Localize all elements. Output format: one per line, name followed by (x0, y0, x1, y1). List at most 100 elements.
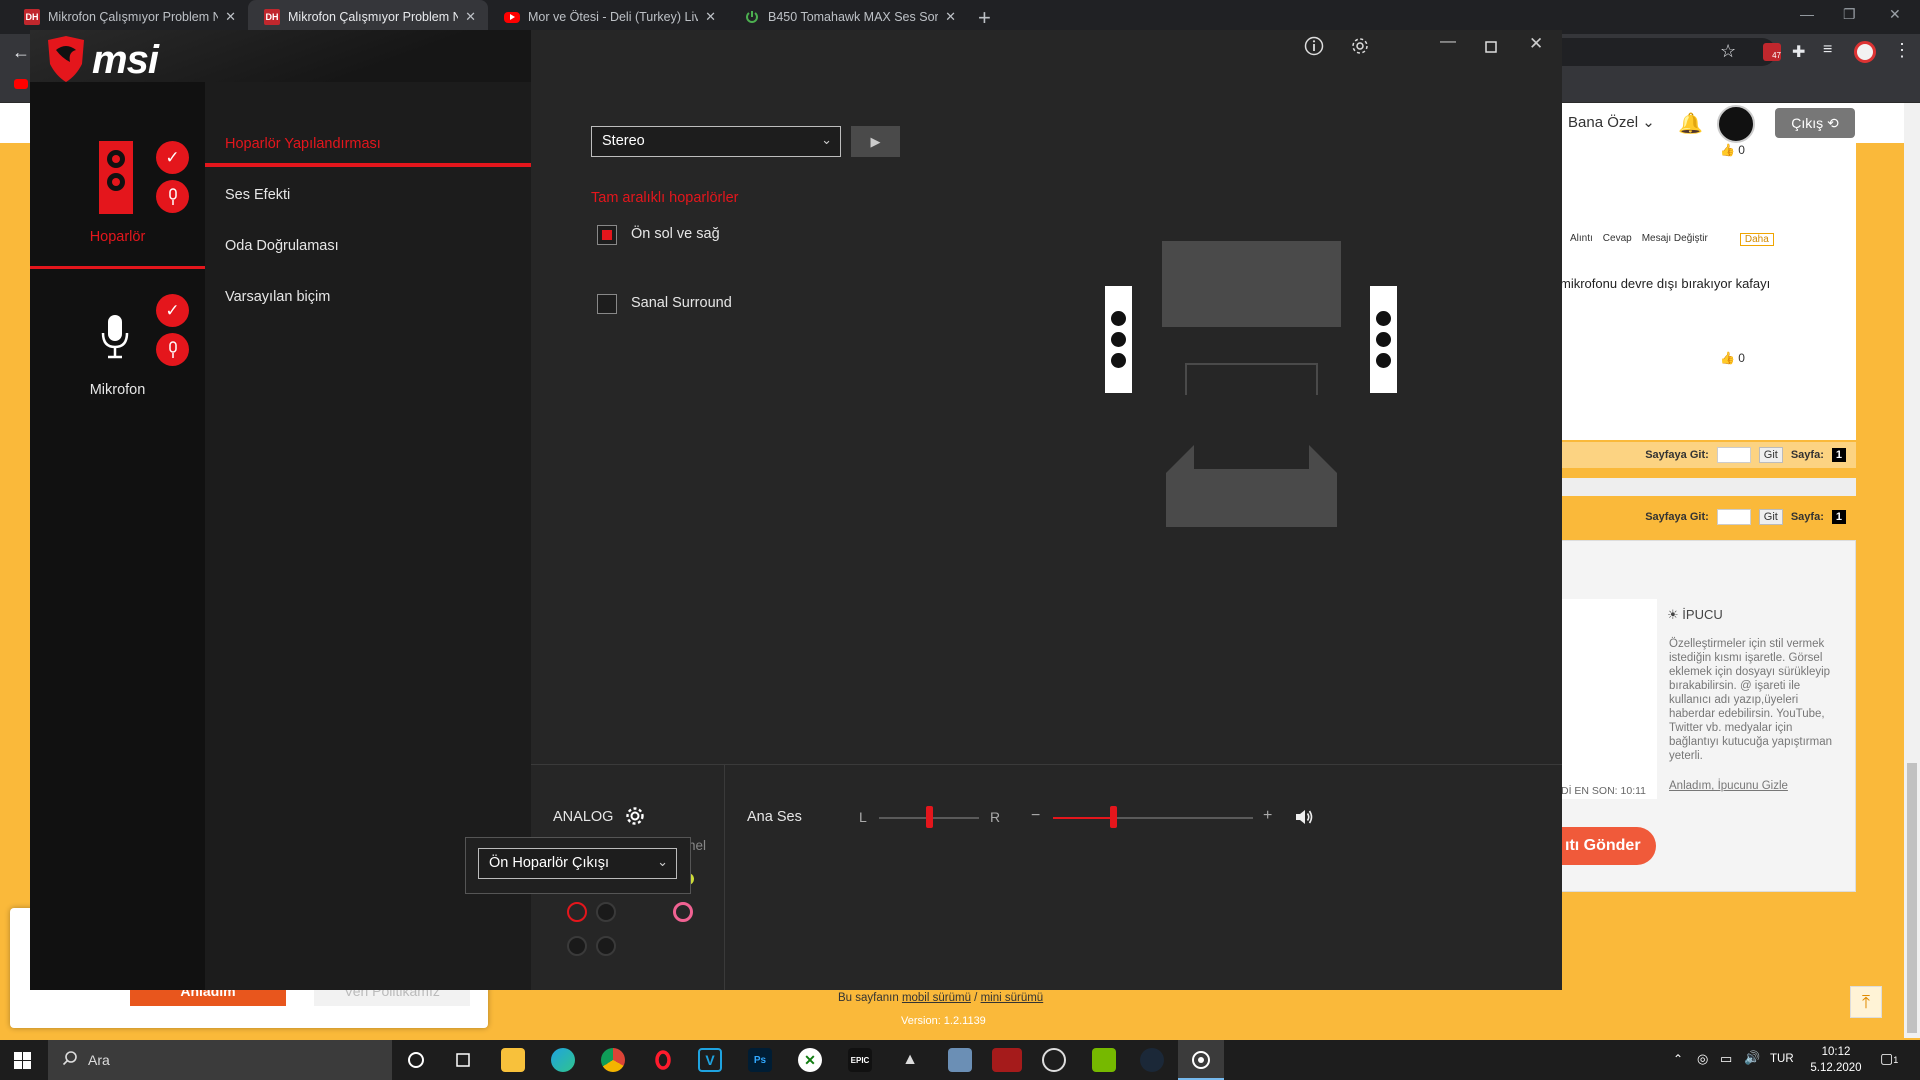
restore-window-icon[interactable]: ❐ (1843, 6, 1856, 23)
mic-mute-icon[interactable] (156, 333, 189, 366)
go-button[interactable]: Git (1758, 509, 1783, 525)
close-tab-icon[interactable]: ✕ (225, 9, 236, 25)
volume-slider-thumb[interactable] (1110, 806, 1117, 828)
close-tab-icon[interactable]: ✕ (945, 9, 956, 25)
cortana-icon[interactable] (404, 1048, 428, 1072)
speaker-volume-icon[interactable] (1294, 808, 1314, 831)
user-avatar[interactable] (1717, 105, 1755, 143)
bookmark-star-icon[interactable]: ☆ (1720, 41, 1736, 62)
speaker-enabled-check-icon[interactable]: ✓ (156, 141, 189, 174)
calculator-icon[interactable] (948, 1048, 972, 1072)
info-icon[interactable] (1304, 36, 1324, 62)
tray-chevron-up-icon[interactable]: ⌃ (1673, 1052, 1683, 1066)
page-number[interactable]: 1 (1831, 510, 1846, 524)
close-app-icon[interactable]: ✕ (1529, 34, 1543, 54)
bell-icon[interactable]: 🔔 (1678, 111, 1703, 136)
browser-menu-icon[interactable]: ⋮ (1893, 40, 1911, 61)
right-speaker-icon[interactable] (1370, 286, 1397, 393)
file-explorer-icon[interactable] (501, 1048, 525, 1072)
goto-input[interactable] (1716, 509, 1751, 525)
goto-input[interactable] (1716, 447, 1751, 463)
reading-list-icon[interactable]: ≡ (1823, 41, 1832, 59)
microphone-device-label[interactable]: Mikrofon (30, 382, 205, 398)
steam-icon[interactable] (1140, 1048, 1164, 1072)
my-menu-dropdown[interactable]: Bana Özel ⌄ (1568, 113, 1655, 131)
front-lr-checkbox[interactable] (597, 225, 617, 245)
more-dropdown[interactable]: Daha (1739, 233, 1774, 246)
like-count[interactable]: 👍 0 (1720, 351, 1745, 365)
nav-room-correction[interactable]: Oda Doğrulaması (225, 238, 339, 254)
quote-action[interactable]: Alıntı (1570, 233, 1593, 246)
youtube-bookmark-icon[interactable] (14, 79, 28, 89)
dismiss-tip-link[interactable]: Anladım, İpucunu Gizle (1669, 780, 1788, 792)
mini-version-link[interactable]: mini sürümü (981, 992, 1044, 1004)
photoshop-icon[interactable]: Ps (748, 1048, 772, 1072)
vegas-icon[interactable]: V (698, 1048, 722, 1072)
volume-tray-icon[interactable]: 🔊 (1744, 1050, 1760, 1066)
xbox-icon[interactable]: ✕ (798, 1048, 822, 1072)
profile-avatar[interactable] (1854, 41, 1876, 63)
scroll-to-top-icon[interactable]: ⤒ (1850, 986, 1882, 1018)
rear-jack[interactable] (596, 936, 616, 956)
browser-tab[interactable]: B450 Tomahawk MAX Ses Sorunu ✕ (728, 0, 968, 34)
play-test-button[interactable]: ▶ (851, 126, 900, 157)
close-window-icon[interactable]: ✕ (1889, 6, 1901, 23)
clock[interactable]: 10:12 5.12.2020 (1806, 1044, 1866, 1076)
browser-tab-active[interactable]: DH Mikrofon Çalışmıyor Problem Ne ✕ (248, 0, 488, 34)
page-number[interactable]: 1 (1831, 448, 1846, 462)
edge-icon[interactable] (551, 1048, 575, 1072)
editor-area[interactable] (1561, 599, 1657, 799)
speaker-device-icon[interactable] (99, 141, 133, 214)
logout-button[interactable]: Çıkış ⟲ (1775, 108, 1855, 138)
output-port-select[interactable]: Ön Hoparlör Çıkışı ⌄ (478, 848, 677, 879)
front-jack-red[interactable] (567, 902, 587, 922)
close-tab-icon[interactable]: ✕ (465, 9, 476, 25)
page-scrollbar[interactable] (1904, 103, 1920, 1038)
front-jack-pink[interactable] (673, 902, 693, 922)
nvidia-icon[interactable] (1092, 1048, 1116, 1072)
obs-icon[interactable] (1042, 1048, 1066, 1072)
taskbar-search-input[interactable]: Ara (48, 1040, 392, 1080)
extensions-puzzle-icon[interactable]: ✚ (1792, 42, 1805, 62)
balance-slider-thumb[interactable] (926, 806, 933, 828)
close-tab-icon[interactable]: ✕ (705, 9, 716, 25)
inkscape-icon[interactable]: ▲ (898, 1048, 922, 1072)
scrollbar-thumb[interactable] (1907, 763, 1917, 1033)
nav-default-format[interactable]: Varsayılan biçim (225, 289, 330, 305)
nav-sound-effect[interactable]: Ses Efekti (225, 187, 290, 203)
settings-gear-icon[interactable] (1350, 36, 1370, 62)
mobile-version-link[interactable]: mobil sürümü (902, 992, 971, 1004)
network-icon[interactable]: ▭ (1720, 1051, 1732, 1067)
chrome-icon[interactable] (601, 1048, 625, 1072)
reply-action[interactable]: Cevap (1603, 233, 1632, 246)
go-button[interactable]: Git (1758, 447, 1783, 463)
game-icon[interactable] (992, 1048, 1022, 1072)
extension-badge-icon[interactable]: 47 (1763, 43, 1781, 61)
volume-minus-icon[interactable]: − (1031, 807, 1040, 825)
msi-audio-taskbar-button[interactable] (1178, 1040, 1224, 1080)
edit-action[interactable]: Mesajı Değiştir (1642, 233, 1708, 246)
windows-start-icon[interactable] (14, 1052, 31, 1074)
browser-tab[interactable]: DH Mikrofon Çalışmıyor Problem Ne ✕ (8, 0, 248, 34)
browser-tab[interactable]: Mor ve Ötesi - Deli (Turkey) Live ✕ (488, 0, 728, 34)
new-tab-button[interactable]: + (978, 5, 991, 31)
rear-jack[interactable] (596, 902, 616, 922)
volume-plus-icon[interactable]: + (1263, 807, 1272, 825)
minimize-window-icon[interactable]: — (1800, 6, 1814, 22)
virtual-surround-checkbox[interactable] (597, 294, 617, 314)
microphone-device-icon[interactable] (100, 313, 130, 366)
send-reply-button[interactable]: ıtı Gönder (1561, 827, 1656, 865)
tray-meet-icon[interactable]: ◎ (1697, 1051, 1708, 1067)
maximize-app-icon[interactable] (1485, 36, 1497, 59)
opera-icon[interactable] (651, 1048, 675, 1072)
back-arrow-icon[interactable]: ← (12, 42, 30, 63)
speaker-mic-icon[interactable] (156, 180, 189, 213)
nav-speaker-config[interactable]: Hoparlör Yapılandırması (225, 136, 381, 152)
speaker-preset-select[interactable]: Stereo ⌄ (591, 126, 841, 157)
task-view-icon[interactable] (451, 1048, 475, 1072)
like-count[interactable]: 👍 0 (1720, 143, 1745, 157)
analog-settings-gear-icon[interactable] (624, 805, 646, 832)
epic-games-icon[interactable]: EPIC (848, 1048, 872, 1072)
notifications-icon[interactable]: ▢1 (1880, 1050, 1898, 1067)
input-language[interactable]: TUR (1770, 1053, 1794, 1065)
